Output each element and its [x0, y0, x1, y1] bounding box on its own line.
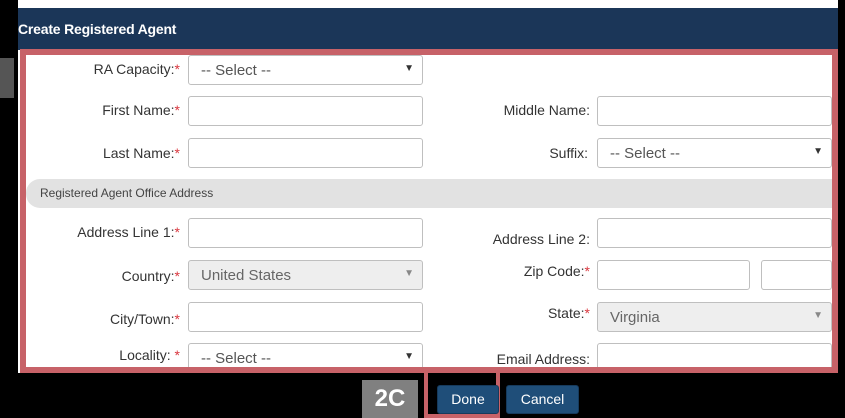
form-highlight-frame	[20, 49, 838, 373]
background-overlay-right	[838, 0, 845, 418]
dialog-footer	[0, 373, 845, 418]
background-overlay-left	[0, 0, 18, 418]
done-button[interactable]: Done	[437, 385, 499, 414]
step-badge: 2C	[362, 380, 418, 418]
background-overlay-sliver	[0, 58, 14, 98]
dialog-title: Create Registered Agent	[18, 21, 177, 37]
dialog-header: Create Registered Agent	[18, 8, 838, 50]
cancel-button[interactable]: Cancel	[506, 385, 579, 414]
